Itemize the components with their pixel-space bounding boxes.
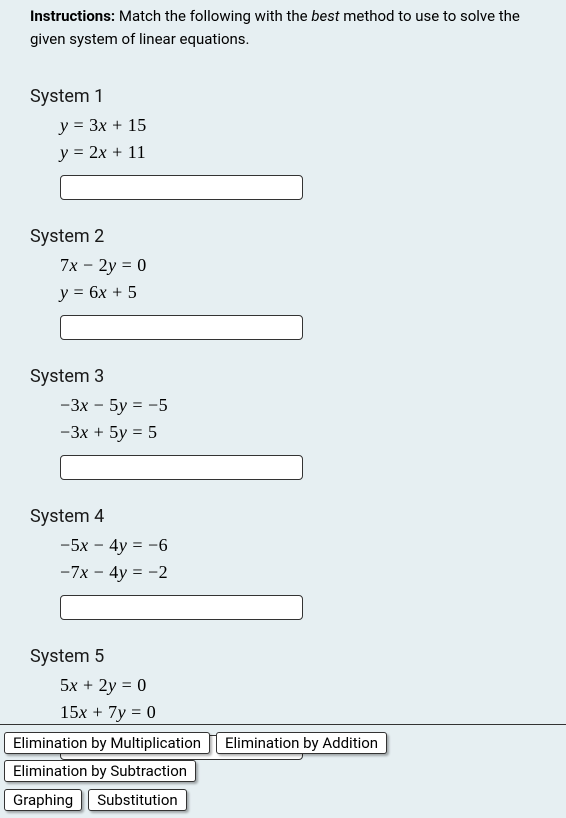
equation: −3x − 5y = −5 [60,395,536,416]
system-title: System 5 [30,646,536,667]
answer-input-4[interactable] [60,595,303,620]
choice-elimination-multiplication[interactable]: Elimination by Multiplication [4,732,210,754]
equation: 7x − 2y = 0 [60,255,536,276]
equation: y = 3x + 15 [60,115,536,136]
system-3: System 3 −3x − 5y = −5 −3x + 5y = 5 [30,366,536,480]
equation: 5x + 2y = 0 [60,675,536,696]
system-title: System 3 [30,366,536,387]
instructions-prefix: Match the following with the [115,7,311,25]
equation: y = 2x + 11 [60,142,536,163]
equation: −5x − 4y = −6 [60,535,536,556]
answer-input-2[interactable] [60,315,303,340]
answer-input-1[interactable] [60,175,303,200]
system-title: System 4 [30,506,536,527]
instructions-italic: best [311,7,339,25]
choice-elimination-addition[interactable]: Elimination by Addition [216,732,387,754]
choice-graphing[interactable]: Graphing [4,789,82,811]
systems-container: System 1 y = 3x + 15 y = 2x + 11 System … [0,86,566,780]
equation: y = 6x + 5 [60,282,536,303]
choices-container: Elimination by Multiplication Eliminatio… [0,724,566,818]
choice-elimination-subtraction[interactable]: Elimination by Subtraction [4,760,196,782]
system-title: System 2 [30,226,536,247]
instructions-label: Instructions: [30,7,115,25]
system-4: System 4 −5x − 4y = −6 −7x − 4y = −2 [30,506,536,620]
system-title: System 1 [30,86,536,107]
instructions-text: Instructions: Match the following with t… [0,0,566,60]
system-1: System 1 y = 3x + 15 y = 2x + 11 [30,86,536,200]
answer-input-3[interactable] [60,455,303,480]
equation: −3x + 5y = 5 [60,422,536,443]
equation: 15x + 7y = 0 [60,702,536,723]
choice-substitution[interactable]: Substitution [88,789,186,811]
equation: −7x − 4y = −2 [60,562,536,583]
system-2: System 2 7x − 2y = 0 y = 6x + 5 [30,226,536,340]
